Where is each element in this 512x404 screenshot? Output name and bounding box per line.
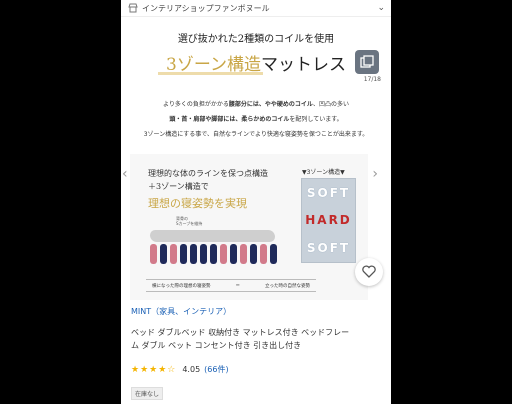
- zone-title: ▼3ゾーン構造▼: [302, 169, 345, 176]
- store-icon: [127, 3, 138, 14]
- panel-line-1: 理想的な体のラインを保つ点構造: [148, 169, 268, 178]
- panel-line-2: ＋3ゾーン構造で: [148, 182, 209, 191]
- zone-soft-top: SOFT: [306, 185, 351, 200]
- zone-hard: HARD: [305, 213, 352, 228]
- gallery-icon[interactable]: [355, 50, 379, 74]
- spine-label: 背骨の Sカーブを維持: [176, 216, 203, 226]
- body-coil-illustration: 背骨の Sカーブを維持: [146, 216, 286, 268]
- product-image-carousel[interactable]: 選び抜かれた2種類のコイルを使用 3ゾーン構造マットレス 17/18 より多くの…: [121, 17, 391, 310]
- desc-line-2: 頭・首・肩部や脚部には、柔らかめのコイルを配列しています。: [169, 116, 343, 123]
- headline-accent: 3ゾーン構造: [166, 55, 261, 75]
- zone-diagram: SOFT HARD SOFT: [301, 178, 356, 263]
- rating-value: 4.05: [182, 365, 201, 374]
- heart-icon: [362, 263, 376, 282]
- product-title-line-2: ム ダブル ベット コンセント付き 引き出し付き: [131, 341, 302, 350]
- body-figure: [150, 230, 275, 242]
- shop-name[interactable]: インテリアショップファンボヌール: [142, 3, 377, 14]
- diagram-panel: ‹ › 理想的な体のラインを保つ点構造 ＋3ゾーン構造で 理想の寝姿勢を実現 背…: [122, 154, 378, 300]
- chevron-down-icon[interactable]: ⌄: [377, 3, 385, 13]
- stock-badge: 在庫なし: [131, 387, 164, 400]
- chevron-right-icon[interactable]: ›: [372, 166, 378, 182]
- headline-rest: マットレス: [260, 55, 346, 75]
- coil-row: [150, 244, 277, 264]
- review-count-link[interactable]: (66件): [204, 364, 228, 375]
- image-headline-large: 3ゾーン構造マットレス: [121, 50, 391, 75]
- star-rating-icon: ★★★★☆: [131, 364, 177, 375]
- panel-line-3: 理想の寝姿勢を実現: [148, 197, 247, 210]
- chevron-left-icon[interactable]: ‹: [122, 166, 128, 182]
- desc-line-3: 3ゾーン構造にする事で、自然なラインでより快適な寝姿勢を保つことが出来ます。: [143, 131, 369, 138]
- product-screen: インテリアショップファンボヌール ⌄ 選び抜かれた2種類のコイルを使用 3ゾーン…: [121, 0, 391, 404]
- image-counter: 17/18: [363, 76, 381, 83]
- brand-link[interactable]: MINT（家具、インテリア）: [131, 306, 231, 317]
- product-title-line-1: ベッド ダブルベッド 収納付き マットレス付き ベッドフレー: [131, 328, 350, 337]
- zone-soft-bottom: SOFT: [306, 241, 351, 256]
- image-headline-small: 選び抜かれた2種類のコイルを使用: [177, 34, 335, 45]
- rating-row[interactable]: ★★★★☆ 4.05 (66件): [131, 364, 229, 375]
- desc-line-1: より多くの負担がかかる腰部分には、やや硬めのコイル、凹凸の多い: [163, 101, 349, 108]
- shop-header[interactable]: インテリアショップファンボヌール ⌄: [121, 0, 391, 17]
- posture-caption: 横になった際の理想の寝姿勢 ＝ 立った時の自然な姿勢: [146, 279, 316, 292]
- favorite-button[interactable]: [355, 258, 383, 286]
